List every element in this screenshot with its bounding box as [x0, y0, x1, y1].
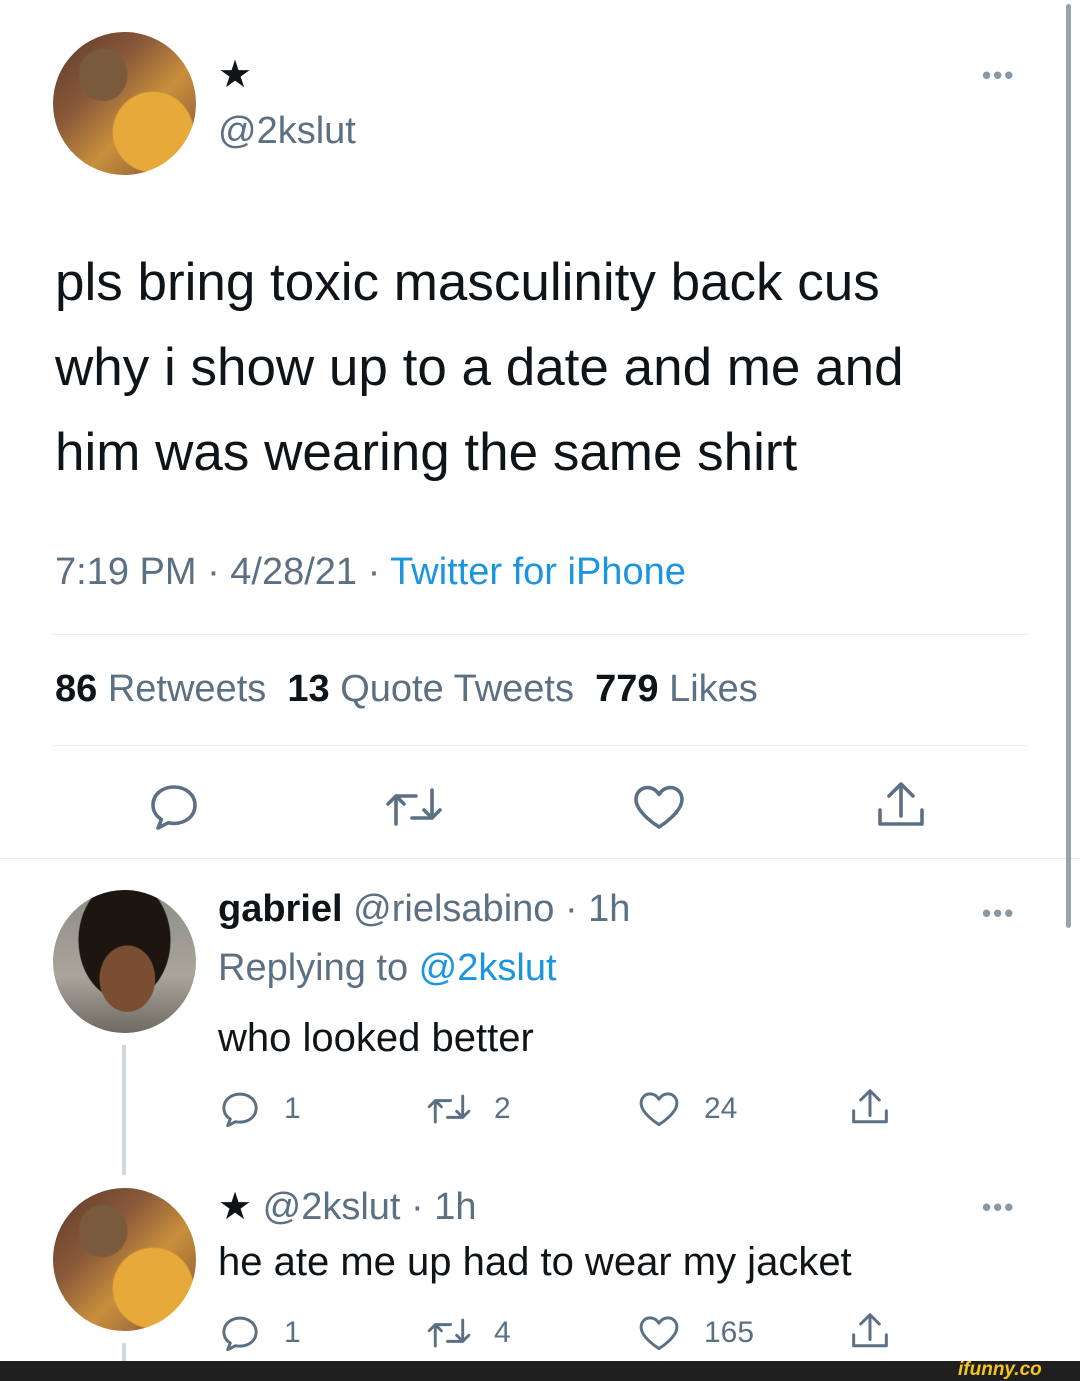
likes-label: Likes [669, 668, 758, 710]
replying-to: Replying to @2kslut [218, 947, 557, 990]
like-count: 24 [704, 1092, 738, 1125]
tweet-meta: 7:19 PM · 4/28/21 · Twitter for iPhone [55, 551, 686, 594]
tweet-text: pls bring toxic masculinity back cus why… [55, 240, 904, 495]
tweet-stats: 86 Retweets 13 Quote Tweets 779 Likes [55, 668, 758, 711]
share-icon[interactable] [874, 778, 928, 832]
tweet-text-line: pls bring toxic masculinity back cus [55, 253, 880, 312]
like-count: 165 [704, 1316, 755, 1349]
more-icon[interactable]: ••• [982, 898, 1015, 929]
retweets-stat[interactable]: 86 Retweets [55, 668, 266, 710]
reply-icon[interactable] [148, 783, 200, 831]
avatar[interactable] [53, 32, 196, 175]
replying-prefix: Replying to [218, 947, 419, 989]
handle[interactable]: @2kslut [218, 110, 356, 153]
avatar[interactable] [53, 1188, 196, 1331]
footer-bar [0, 1361, 1080, 1381]
share-icon[interactable] [849, 1310, 891, 1352]
reply-count: 1 [284, 1316, 301, 1349]
more-icon[interactable]: ••• [982, 60, 1015, 91]
share-icon[interactable] [849, 1086, 891, 1128]
retweets-label: Retweets [107, 668, 267, 710]
thread-line [122, 1045, 126, 1175]
source-link[interactable]: Twitter for iPhone [390, 551, 686, 593]
replying-handle[interactable]: @2kslut [419, 947, 557, 989]
handle-time[interactable]: @2kslut · 1h [263, 1186, 477, 1228]
reply-count: 1 [284, 1092, 301, 1125]
retweet-count: 2 [494, 1092, 511, 1125]
watermark: ifunny.co [958, 1359, 1042, 1380]
tweet-text-line: him was wearing the same shirt [55, 423, 798, 482]
divider [0, 858, 1080, 859]
likes-stat[interactable]: 779 Likes [595, 668, 758, 710]
reply-text: he ate me up had to wear my jacket [218, 1240, 852, 1284]
divider [52, 745, 1028, 746]
like-icon[interactable] [638, 1314, 680, 1352]
reply-icon[interactable] [220, 1091, 260, 1128]
more-icon[interactable]: ••• [982, 1192, 1015, 1223]
divider [52, 634, 1028, 635]
reply-text: who looked better [218, 1016, 534, 1060]
reply-header: ★ @2kslut · 1h [218, 1184, 477, 1229]
quotes-stat[interactable]: 13 Quote Tweets [287, 668, 574, 710]
thread-line [122, 1343, 126, 1361]
retweet-count: 4 [494, 1316, 511, 1349]
avatar[interactable] [53, 890, 196, 1033]
likes-count: 779 [595, 668, 659, 710]
display-name-star[interactable]: ★ [218, 1186, 252, 1228]
retweet-icon[interactable] [426, 1093, 472, 1125]
quotes-label: Quote Tweets [340, 668, 574, 710]
handle-time[interactable]: @rielsabino · 1h [353, 888, 630, 930]
quotes-count: 13 [287, 668, 330, 710]
tweet-text-line: why i show up to a date and me and [55, 338, 904, 397]
scrollbar[interactable] [1066, 4, 1071, 928]
display-name[interactable]: gabriel [218, 888, 343, 930]
like-icon[interactable] [638, 1090, 680, 1128]
retweets-count: 86 [55, 668, 98, 710]
reply-header: gabriel @rielsabino · 1h [218, 888, 630, 931]
timestamp[interactable]: 7:19 PM · 4/28/21 · [55, 551, 390, 593]
display-name-star[interactable]: ★ [218, 52, 252, 97]
reply-icon[interactable] [220, 1315, 260, 1352]
retweet-icon[interactable] [384, 786, 444, 828]
retweet-icon[interactable] [426, 1317, 472, 1349]
like-icon[interactable] [632, 783, 686, 831]
